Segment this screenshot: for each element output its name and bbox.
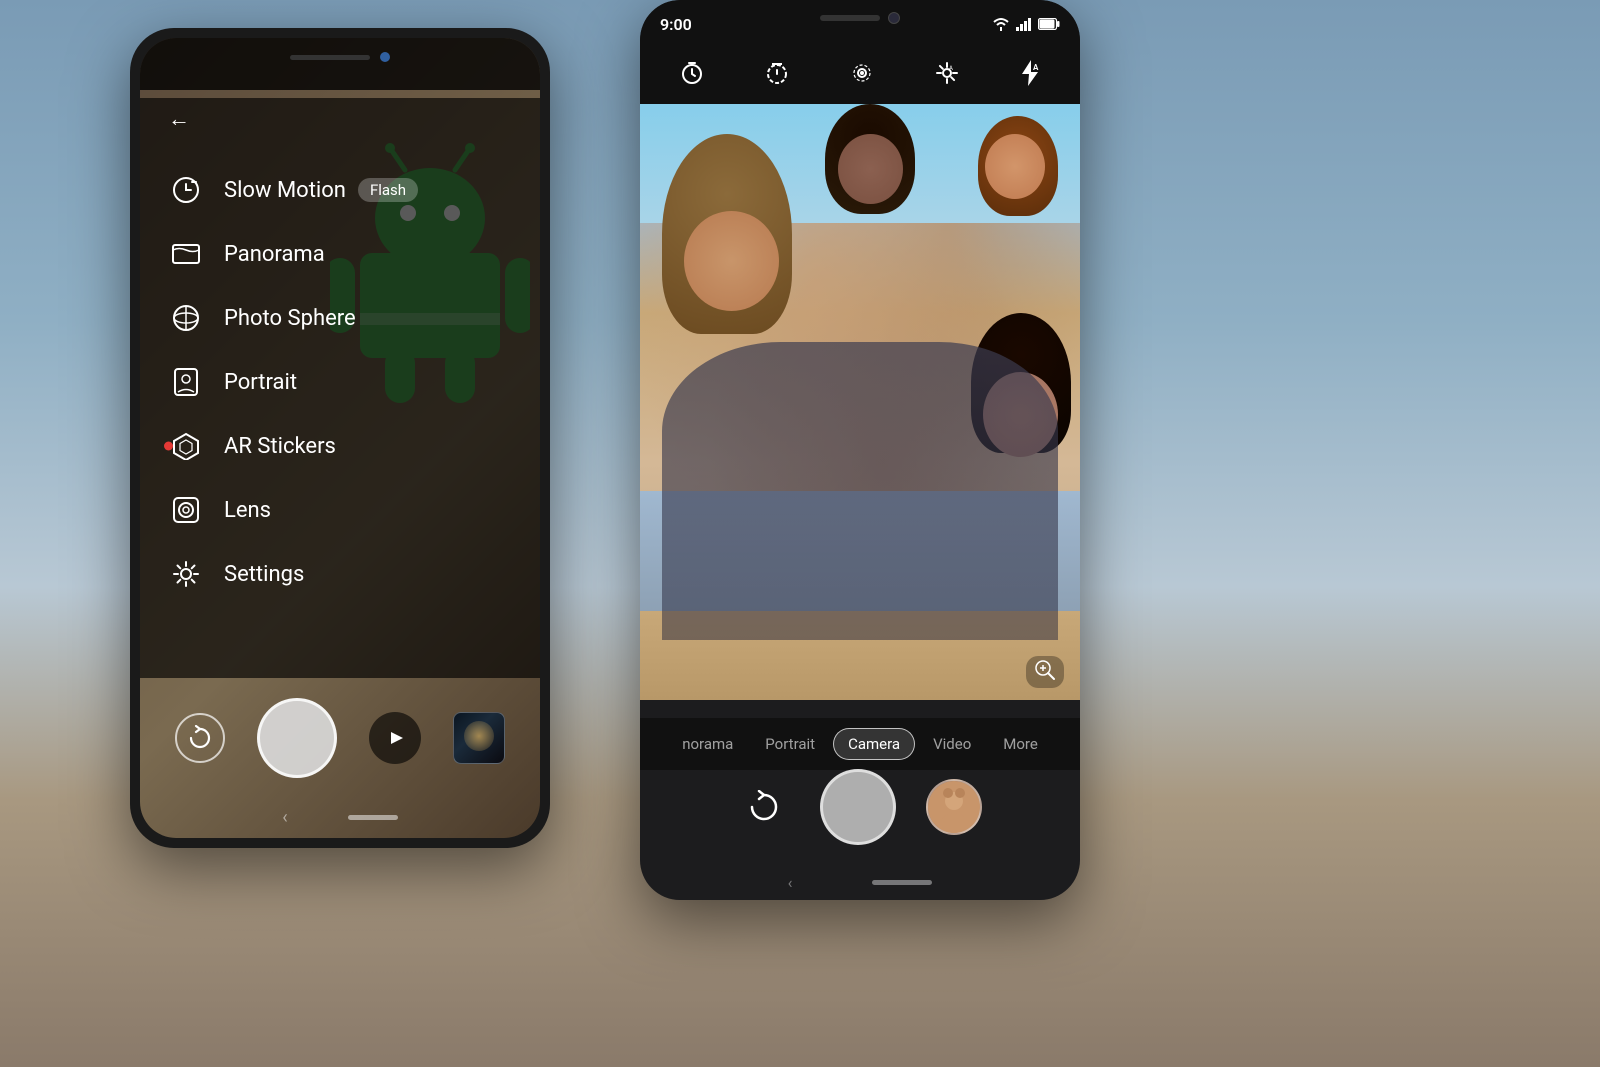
ar-stickers-icon [168, 428, 204, 464]
tab-more[interactable]: More [989, 729, 1052, 759]
svg-text:A: A [949, 65, 953, 72]
mode-tabs: norama Portrait Camera Video More [640, 718, 1080, 770]
menu-item-ar-stickers[interactable]: AR Stickers [140, 414, 540, 478]
live-photos-icon[interactable] [844, 55, 880, 97]
camera-notch [820, 12, 900, 24]
tab-video[interactable]: Video [919, 729, 985, 759]
tab-portrait[interactable]: Portrait [751, 729, 829, 759]
menu-item-photo-sphere[interactable]: Photo Sphere [140, 286, 540, 350]
menu-item-panorama[interactable]: Panorama [140, 222, 540, 286]
panorama-label: Panorama [224, 242, 325, 267]
menu-item-slow-motion[interactable]: Slow Motion Flash [140, 158, 540, 222]
speaker-right [820, 15, 880, 21]
slow-motion-label: Slow Motion [224, 178, 346, 203]
selfie-image [640, 104, 1080, 700]
lens-label: Lens [224, 498, 271, 523]
camera-view-right [640, 104, 1080, 700]
ar-stickers-label: AR Stickers [224, 434, 336, 459]
shutter-button-right[interactable] [820, 769, 896, 845]
gallery-thumbnail-left[interactable] [453, 712, 505, 764]
menu-item-portrait[interactable]: Portrait [140, 350, 540, 414]
status-icons [992, 17, 1060, 31]
ar-notification-dot [164, 442, 173, 451]
bottom-controls-left [140, 698, 540, 778]
front-camera [888, 12, 900, 24]
motion-timer-icon[interactable] [759, 55, 795, 97]
photo-sphere-icon [168, 300, 204, 336]
tab-panorama[interactable]: norama [668, 729, 747, 759]
status-bar-right: 9:00 [640, 0, 1080, 48]
back-button[interactable]: ← [168, 106, 190, 132]
flash-icon[interactable]: A [1014, 54, 1046, 98]
photo-sphere-label: Photo Sphere [224, 306, 356, 331]
nav-bar-left: ‹ [140, 807, 540, 828]
status-bar-left [140, 38, 540, 90]
slow-motion-icon [168, 172, 204, 208]
lens-icon [168, 492, 204, 528]
nav-home-left[interactable] [348, 815, 398, 820]
portrait-label: Portrait [224, 370, 297, 395]
zoom-indicator[interactable] [1026, 656, 1064, 688]
signal-icon [1016, 17, 1032, 31]
nav-chevron-right: ‹ [788, 873, 793, 892]
nav-bar-right: ‹ [640, 873, 1080, 892]
phone-left: ← Slow Motion Flash Panorama [130, 28, 550, 848]
status-time: 9:00 [660, 15, 692, 34]
gallery-thumbnail-right[interactable] [926, 779, 982, 835]
rotate-camera-button-right[interactable] [738, 781, 790, 833]
shutter-button-left[interactable] [257, 698, 337, 778]
hdr-icon[interactable]: A [929, 55, 965, 97]
menu-list: Slow Motion Flash Panorama Photo Sphere [140, 158, 540, 606]
svg-text:A: A [1033, 63, 1039, 72]
timer-icon[interactable] [674, 55, 710, 97]
settings-label: Settings [224, 562, 304, 587]
speaker-left [290, 55, 370, 60]
battery-icon [1038, 18, 1060, 30]
panorama-icon [168, 236, 204, 272]
rotate-camera-button-left[interactable] [175, 713, 225, 763]
camera-dot-left [380, 52, 390, 62]
portrait-icon [168, 364, 204, 400]
nav-back-left: ‹ [282, 807, 287, 828]
wifi-icon [992, 17, 1010, 31]
menu-item-lens[interactable]: Lens [140, 478, 540, 542]
video-button-left[interactable] [369, 712, 421, 764]
camera-top-bar: A A [640, 48, 1080, 104]
bottom-controls-right [640, 769, 1080, 845]
nav-pill-right[interactable] [872, 880, 932, 885]
menu-item-settings[interactable]: Settings [140, 542, 540, 606]
flash-badge: Flash [358, 178, 418, 202]
tab-camera[interactable]: Camera [833, 728, 915, 760]
settings-icon [168, 556, 204, 592]
phone-right: 9:00 [640, 0, 1080, 900]
